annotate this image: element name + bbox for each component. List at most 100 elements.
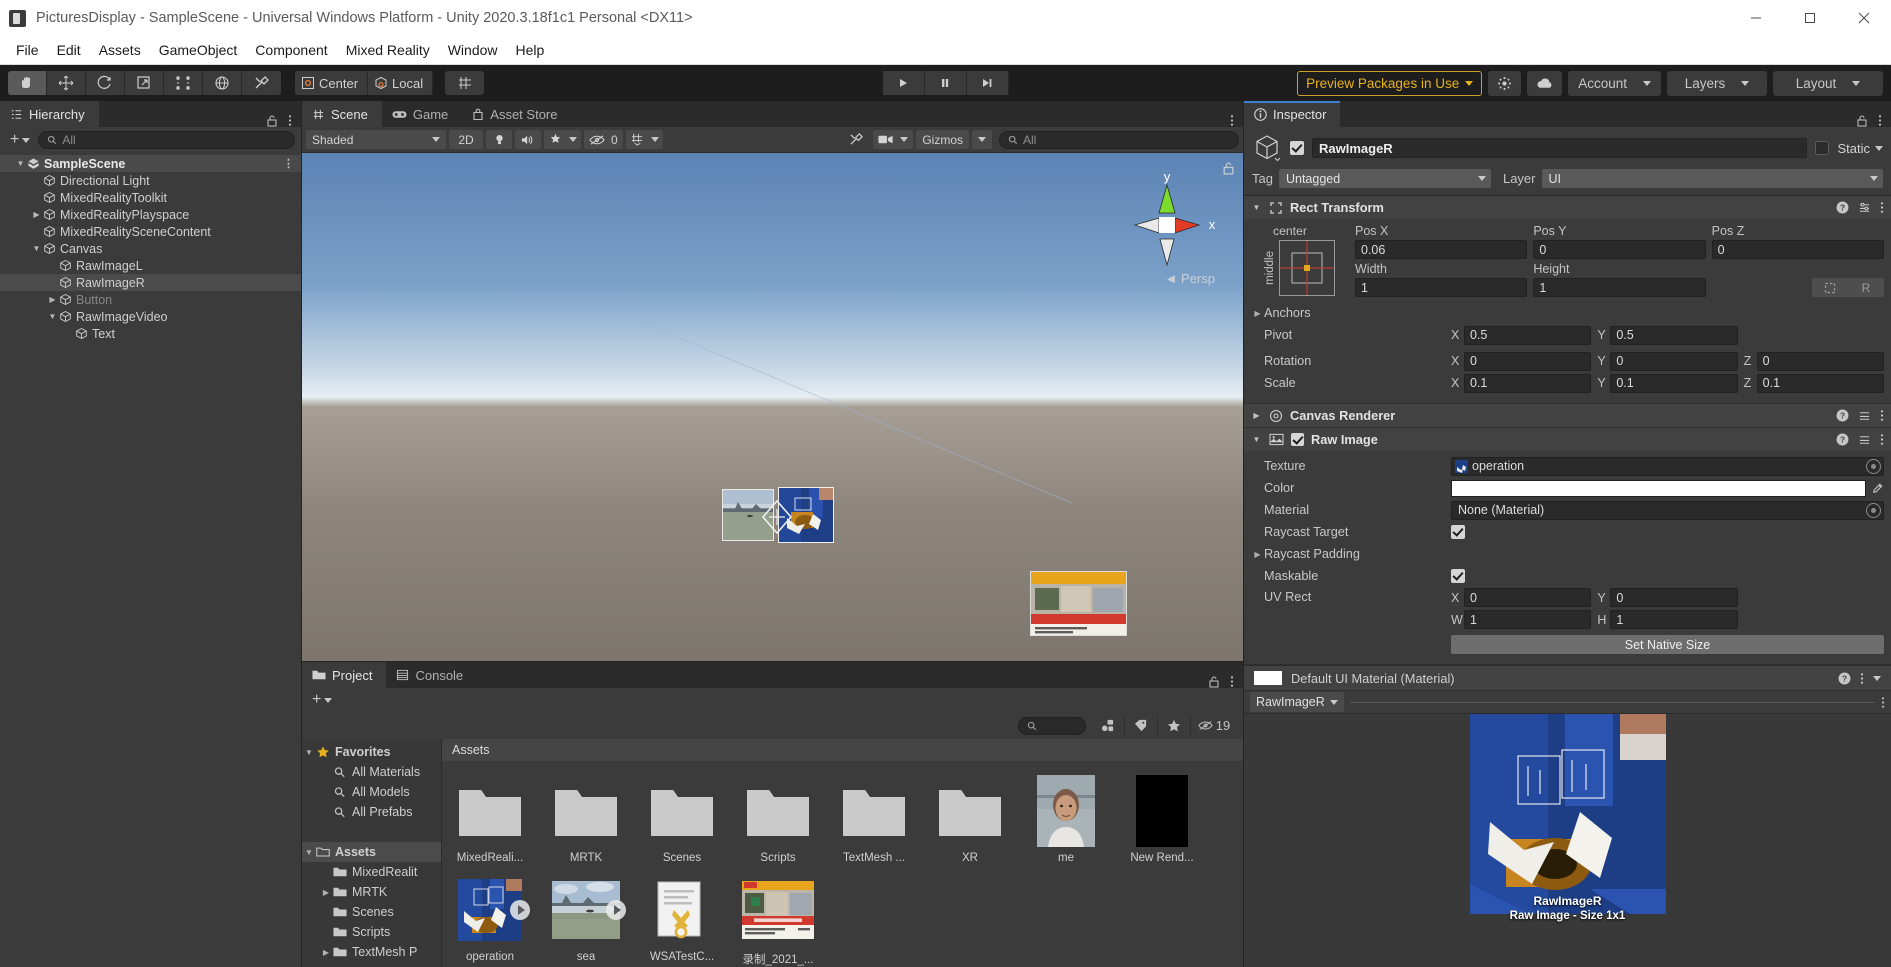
tab-asset-store[interactable]: Asset Store	[462, 101, 572, 127]
hierarchy-item-rawimager[interactable]: RawImageR	[0, 274, 301, 291]
hierarchy-item-button[interactable]: ▶ Button	[0, 291, 301, 308]
raw-image-enabled-checkbox[interactable]	[1291, 433, 1304, 446]
lock-icon[interactable]	[1856, 114, 1868, 127]
scale-x-input[interactable]: 0.1	[1464, 373, 1592, 393]
preset-icon[interactable]	[1858, 433, 1871, 446]
menu-mixed-reality[interactable]: Mixed Reality	[337, 39, 439, 61]
tag-dropdown[interactable]: Untagged	[1278, 169, 1491, 188]
scene-fx-dropdown[interactable]	[544, 130, 581, 149]
pos-z-input[interactable]: 0	[1711, 240, 1884, 259]
maskable-checkbox[interactable]	[1451, 569, 1465, 583]
preset-icon[interactable]	[1858, 201, 1871, 214]
hierarchy-create-button[interactable]: +	[6, 131, 34, 149]
texture-picker-icon[interactable]	[1866, 458, 1881, 474]
help-icon[interactable]: ?	[1838, 672, 1851, 685]
tab-scene[interactable]: Scene	[302, 101, 382, 127]
menu-component[interactable]: Component	[246, 39, 336, 61]
hierarchy-search-input[interactable]: All	[38, 131, 295, 149]
project-search-input[interactable]	[1018, 716, 1086, 735]
rotation-z-input[interactable]: 0	[1756, 351, 1884, 371]
tree-arrow-icon[interactable]: ▼	[302, 748, 316, 757]
rotate-tool-button[interactable]	[86, 71, 125, 95]
collapse-arrow-icon[interactable]: ▼	[1251, 435, 1262, 444]
gameobject-name-field[interactable]: RawImageR	[1312, 138, 1808, 158]
material-footer-row[interactable]: Default UI Material (Material) ?	[1244, 665, 1891, 691]
menu-help[interactable]: Help	[507, 39, 554, 61]
hierarchy-menu-icon[interactable]	[288, 114, 292, 127]
services-button[interactable]	[1488, 70, 1522, 96]
component-menu-icon[interactable]	[1860, 672, 1864, 685]
project-tree-item-xr[interactable]: ▶XR	[302, 962, 441, 967]
tree-arrow-icon[interactable]: ▼	[46, 312, 59, 321]
project-tree-item-textmesh-p[interactable]: ▶ TextMesh P	[302, 942, 441, 962]
collapse-arrow-icon[interactable]: ▼	[1251, 203, 1262, 212]
anchor-preset-widget[interactable]	[1278, 240, 1335, 296]
preview-area[interactable]: RawImageR Raw Image - Size 1x1	[1244, 714, 1891, 967]
scene-search-input[interactable]: All	[999, 130, 1239, 149]
tree-arrow-icon[interactable]: ▶	[30, 210, 43, 219]
menu-assets[interactable]: Assets	[90, 39, 150, 61]
tree-arrow-icon[interactable]: ▶	[319, 888, 333, 897]
hierarchy-tree[interactable]: ▼ SampleScene ⋮ Directional Light MixedReali…	[0, 153, 301, 967]
pivot-y-input[interactable]: 0.5	[1610, 325, 1738, 345]
tab-console[interactable]: Console	[386, 662, 478, 688]
component-menu-icon[interactable]	[1880, 409, 1884, 422]
hand-tool-button[interactable]	[8, 71, 47, 95]
tree-arrow-icon[interactable]: ▼	[14, 159, 27, 168]
blueprint-mode-button[interactable]	[1811, 278, 1848, 297]
help-icon[interactable]: ?	[1836, 201, 1849, 214]
pos-y-input[interactable]: 0	[1533, 240, 1706, 259]
asset-item[interactable]: XR	[934, 775, 1006, 864]
pivot-rotation-button[interactable]: Local	[368, 71, 434, 95]
scene-grid-dropdown[interactable]	[625, 130, 663, 149]
uv-h-input[interactable]: 1	[1610, 610, 1738, 629]
rotation-y-input[interactable]: 0	[1610, 351, 1738, 371]
uv-w-input[interactable]: 1	[1464, 610, 1592, 629]
tree-arrow-icon[interactable]: ▶	[319, 948, 333, 957]
tree-arrow-icon[interactable]: ▼	[30, 244, 43, 253]
tab-game[interactable]: Game	[381, 101, 463, 127]
preview-packages-button[interactable]: Preview Packages in Use	[1297, 70, 1483, 96]
project-tree-item-favorites[interactable]: ▼ Favorites	[302, 742, 441, 762]
scene-menu-icon[interactable]	[1230, 114, 1234, 127]
project-menu-icon[interactable]	[1230, 675, 1234, 688]
label-filter-icon[interactable]	[1125, 715, 1158, 736]
set-native-size-button[interactable]: Set Native Size	[1451, 635, 1884, 654]
tab-inspector[interactable]: Inspector	[1244, 101, 1341, 127]
play-icon[interactable]	[606, 900, 626, 920]
inspector-menu-icon[interactable]	[1878, 114, 1882, 127]
asset-item[interactable]: Scenes	[646, 775, 718, 864]
help-icon[interactable]: ?	[1836, 409, 1849, 422]
asset-item[interactable]: sea	[550, 874, 626, 967]
menu-gameobject[interactable]: GameObject	[150, 39, 247, 61]
component-menu-icon[interactable]	[1880, 201, 1884, 214]
scene-gizmos-caret[interactable]	[972, 130, 992, 149]
preset-icon[interactable]	[1858, 409, 1871, 422]
project-tree[interactable]: ▼ Favorites All Materials All Models All Pre…	[302, 739, 442, 967]
grid-snap-icon[interactable]	[445, 71, 485, 95]
preview-menu-icon[interactable]	[1881, 696, 1885, 709]
height-input[interactable]: 1	[1533, 278, 1706, 297]
hierarchy-item-canvas[interactable]: ▼ Canvas	[0, 240, 301, 257]
lock-icon[interactable]	[266, 114, 278, 127]
scene-projection-label[interactable]: ◄ Persp	[1165, 271, 1215, 286]
raycast-padding-foldout[interactable]: ▶ Raycast Padding	[1251, 547, 1451, 561]
hierarchy-item-mixedrealityscenecontent[interactable]: MixedRealitySceneContent	[0, 223, 301, 240]
project-tree-item-mrtk[interactable]: ▶ MRTK	[302, 882, 441, 902]
layout-button[interactable]: Layout	[1773, 70, 1883, 96]
object-filter-icon[interactable]	[1092, 715, 1125, 736]
hierarchy-item-mixedrealityplayspace[interactable]: ▶ MixedRealityPlayspace	[0, 206, 301, 223]
scene-lock-icon[interactable]	[1222, 161, 1235, 175]
raycast-target-checkbox[interactable]	[1451, 525, 1465, 539]
scene-custom-tools-icon[interactable]	[843, 130, 870, 149]
project-tree-item-all-materials[interactable]: All Materials	[302, 762, 441, 782]
component-menu-icon[interactable]	[1880, 433, 1884, 446]
asset-item[interactable]: MRTK	[550, 775, 622, 864]
rect-transform-header[interactable]: ▼ Rect Transform ?	[1244, 196, 1891, 219]
asset-grid[interactable]: MixedReali... MRTK Scenes Scripts TextMesh .…	[442, 761, 1243, 967]
color-swatch[interactable]	[1451, 479, 1866, 497]
move-tool-button[interactable]	[47, 71, 86, 95]
layers-button[interactable]: Layers	[1667, 70, 1767, 96]
scene-lighting-toggle[interactable]	[486, 130, 512, 149]
scene-audio-toggle[interactable]	[515, 130, 541, 149]
